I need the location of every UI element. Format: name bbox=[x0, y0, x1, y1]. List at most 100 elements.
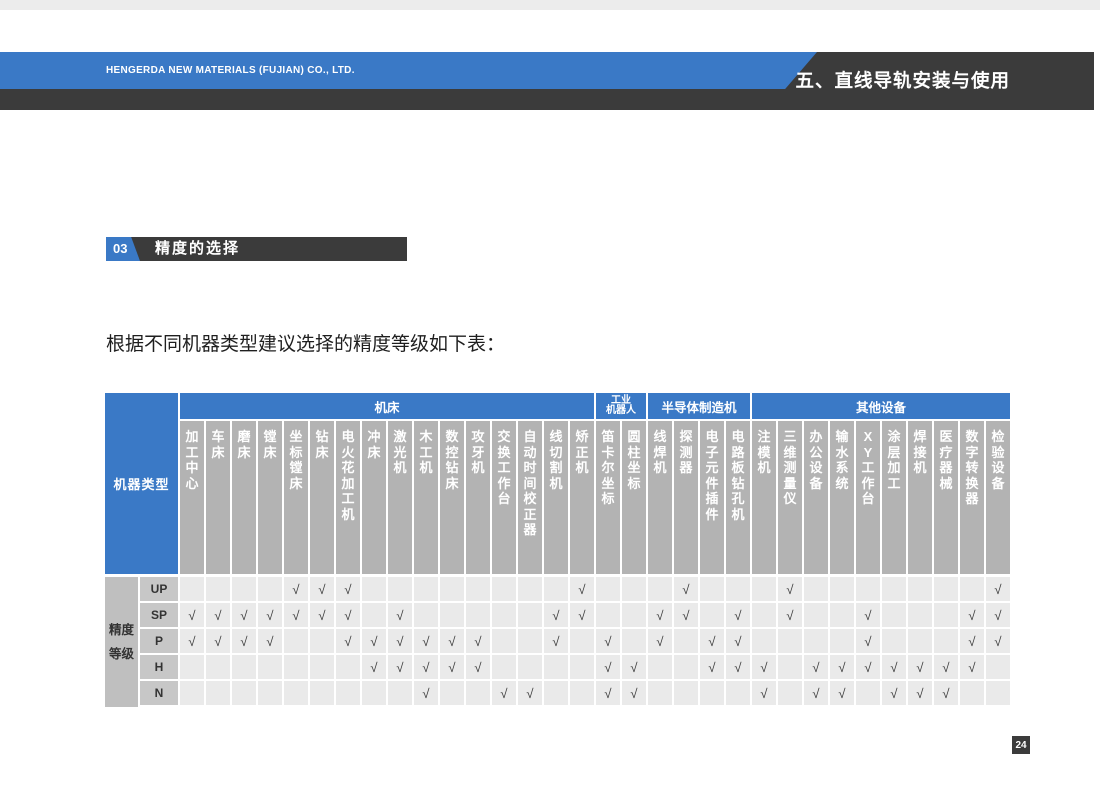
empty-cell bbox=[804, 603, 830, 629]
column-header-char: 备 bbox=[991, 476, 1004, 492]
column-header-char: 测 bbox=[679, 445, 692, 461]
empty-cell bbox=[674, 629, 700, 655]
column-header-char: 检 bbox=[991, 429, 1004, 445]
column-header-char: 元 bbox=[705, 460, 718, 476]
column-header-char: 标 bbox=[627, 476, 640, 492]
check-cell: √ bbox=[726, 655, 752, 681]
column-header: 圆柱坐标 bbox=[622, 421, 648, 577]
column-header-char: 机 bbox=[653, 460, 666, 476]
column-header: 电子元件插件 bbox=[700, 421, 726, 577]
column-header-char: 校 bbox=[523, 491, 536, 507]
column-header-char: 卡 bbox=[601, 445, 614, 461]
empty-cell bbox=[518, 577, 544, 603]
empty-cell bbox=[544, 577, 570, 603]
column-header-char: 正 bbox=[523, 507, 536, 523]
column-header-char: 机 bbox=[419, 460, 432, 476]
check-cell: √ bbox=[804, 681, 830, 707]
check-cell: √ bbox=[206, 603, 232, 629]
check-cell: √ bbox=[570, 603, 596, 629]
column-header-char: 心 bbox=[185, 476, 198, 492]
check-cell: √ bbox=[986, 603, 1012, 629]
check-cell: √ bbox=[258, 629, 284, 655]
check-cell: √ bbox=[856, 603, 882, 629]
column-header-char: 坐 bbox=[289, 429, 302, 445]
empty-cell bbox=[674, 655, 700, 681]
column-header: 办公设备 bbox=[804, 421, 830, 577]
group-header-line: 机器人 bbox=[606, 406, 636, 417]
column-header-char: 间 bbox=[523, 476, 536, 492]
empty-cell bbox=[232, 577, 258, 603]
column-header-char: 标 bbox=[601, 491, 614, 507]
check-cell: √ bbox=[466, 655, 492, 681]
group-header: 半导体制造机 bbox=[648, 393, 752, 421]
empty-cell bbox=[544, 681, 570, 707]
check-cell: √ bbox=[518, 681, 544, 707]
check-cell: √ bbox=[882, 655, 908, 681]
column-header-char: 工 bbox=[419, 445, 432, 461]
empty-cell bbox=[466, 577, 492, 603]
group-header-line: 半导体制造机 bbox=[661, 397, 736, 416]
column-header-char: 电 bbox=[341, 429, 354, 445]
check-cell: √ bbox=[596, 629, 622, 655]
empty-cell bbox=[700, 577, 726, 603]
check-cell: √ bbox=[388, 655, 414, 681]
column-header: 检验设备 bbox=[986, 421, 1012, 577]
empty-cell bbox=[830, 603, 856, 629]
chapter-title: 五、直线导轨安装与使用 bbox=[795, 52, 1010, 110]
column-header: 激光机 bbox=[388, 421, 414, 577]
column-header-char: 坐 bbox=[627, 460, 640, 476]
column-header-char: 工 bbox=[887, 476, 900, 492]
column-header: 电路板钻孔机 bbox=[726, 421, 752, 577]
section-number-badge: 03 bbox=[106, 237, 140, 261]
empty-cell bbox=[960, 577, 986, 603]
empty-cell bbox=[310, 655, 336, 681]
empty-cell bbox=[466, 681, 492, 707]
column-header: 矫正机 bbox=[570, 421, 596, 577]
empty-cell bbox=[986, 655, 1012, 681]
check-cell: √ bbox=[414, 655, 440, 681]
check-cell: √ bbox=[752, 681, 778, 707]
grade-row-label: SP bbox=[140, 603, 180, 629]
column-header-char: 板 bbox=[731, 460, 744, 476]
column-header-char: 器 bbox=[939, 460, 952, 476]
empty-cell bbox=[440, 681, 466, 707]
column-header-char: 加 bbox=[185, 429, 198, 445]
check-cell: √ bbox=[934, 655, 960, 681]
check-cell: √ bbox=[622, 655, 648, 681]
column-header-char: 数 bbox=[445, 429, 458, 445]
empty-cell bbox=[596, 603, 622, 629]
column-header-char: 统 bbox=[835, 476, 848, 492]
check-cell: √ bbox=[362, 655, 388, 681]
empty-cell bbox=[778, 629, 804, 655]
grade-row-label: P bbox=[140, 629, 180, 655]
column-header-char: 字 bbox=[965, 445, 978, 461]
column-header-char: 转 bbox=[965, 460, 978, 476]
column-header-char: 机 bbox=[575, 460, 588, 476]
column-header-char: 床 bbox=[367, 445, 380, 461]
column-header-char: 焊 bbox=[913, 429, 926, 445]
column-header-char: 床 bbox=[289, 476, 302, 492]
empty-cell bbox=[830, 629, 856, 655]
empty-cell bbox=[362, 577, 388, 603]
check-cell: √ bbox=[492, 681, 518, 707]
column-header: 冲床 bbox=[362, 421, 388, 577]
column-header-char: 标 bbox=[289, 445, 302, 461]
empty-cell bbox=[856, 681, 882, 707]
column-header: 自动时间校正器 bbox=[518, 421, 544, 577]
check-cell: √ bbox=[258, 603, 284, 629]
check-cell: √ bbox=[908, 681, 934, 707]
grade-row-label: UP bbox=[140, 577, 180, 603]
page-top-edge bbox=[0, 0, 1100, 10]
column-header: 加工中心 bbox=[180, 421, 206, 577]
empty-cell bbox=[310, 629, 336, 655]
table-corner-machine-type: 机器类型 bbox=[105, 393, 180, 577]
page-number-badge: 24 bbox=[1012, 736, 1030, 754]
check-cell: √ bbox=[284, 577, 310, 603]
check-cell: √ bbox=[674, 577, 700, 603]
column-header: 三维测量仪 bbox=[778, 421, 804, 577]
column-header-char: 光 bbox=[393, 445, 406, 461]
check-cell: √ bbox=[882, 681, 908, 707]
empty-cell bbox=[752, 603, 778, 629]
column-header-char: 中 bbox=[185, 460, 198, 476]
column-header-char: 木 bbox=[419, 429, 432, 445]
